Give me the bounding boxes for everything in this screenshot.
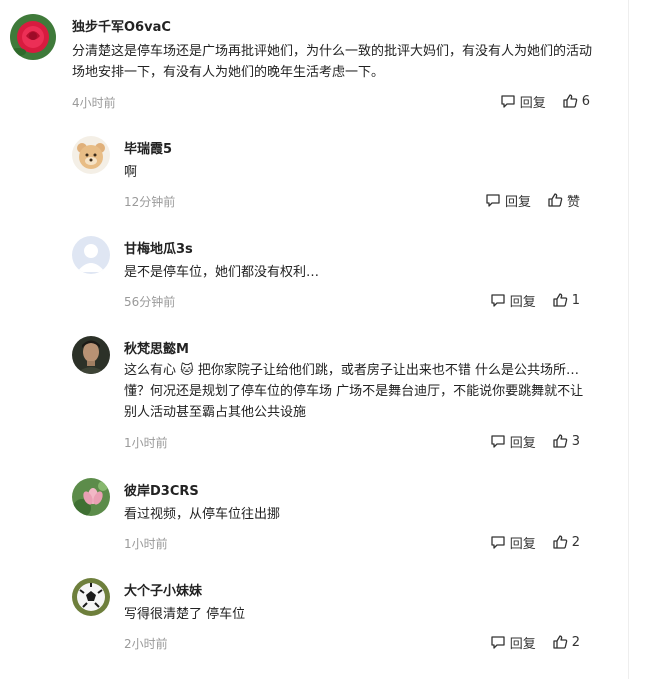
lotus-avatar-icon xyxy=(72,478,110,516)
reply-icon xyxy=(501,95,515,108)
reply-button[interactable]: 回复 xyxy=(490,533,536,552)
comment-item: 独步千军O6vaC 分清楚这是停车场还是广场再批评她们，为什么一致的批评大妈们，… xyxy=(10,14,593,114)
comment-text: 分清楚这是停车场还是广场再批评她们，为什么一致的批评大妈们，有没有人为她们的活动… xyxy=(72,44,593,80)
reply-item: 秋梵思懿M 这么有心 🐱 把你家院子让给他们跳，或者房子让出来也不错 什么是公共… xyxy=(72,336,583,456)
reply-button[interactable]: 回复 xyxy=(485,191,531,210)
rose-avatar-icon xyxy=(10,14,56,60)
bear-avatar-icon xyxy=(72,136,110,174)
reply-icon xyxy=(491,636,505,649)
comment-time: 12分钟前 xyxy=(124,195,176,209)
username[interactable]: 独步千军O6vaC xyxy=(72,16,171,35)
like-button[interactable]: 1 xyxy=(552,292,580,308)
avatar[interactable] xyxy=(72,136,110,174)
comment-time: 56分钟前 xyxy=(124,295,176,309)
soccer-ball-avatar-icon xyxy=(72,578,110,616)
username[interactable]: 甘梅地瓜3s xyxy=(124,238,193,257)
like-button[interactable]: 3 xyxy=(552,433,580,449)
comment-actions: 回复 1 xyxy=(490,291,580,310)
comment-text: 啊 xyxy=(124,165,138,180)
reply-item: 甘梅地瓜3s 是不是停车位，她们都没有权利… 56分钟前 回复 1 xyxy=(72,236,580,316)
comment-actions: 回复 6 xyxy=(500,92,590,111)
reply-icon xyxy=(491,536,505,549)
comment-actions: 回复 3 xyxy=(490,432,580,451)
thumbs-up-icon xyxy=(553,535,568,549)
username[interactable]: 大个子小妹妹 xyxy=(124,580,202,599)
comment-time: 2小时前 xyxy=(124,637,168,651)
comment-text: 这么有心 🐱 把你家院子让给他们跳，或者房子让出来也不错 什么是公共场所…懂？何… xyxy=(124,363,584,420)
thumbs-up-icon xyxy=(548,193,563,207)
reply-button[interactable]: 回复 xyxy=(490,291,536,310)
reply-icon xyxy=(486,194,500,207)
thumbs-up-icon xyxy=(553,635,568,649)
like-button[interactable]: 2 xyxy=(552,534,580,550)
reply-button[interactable]: 回复 xyxy=(500,92,546,111)
comment-time: 1小时前 xyxy=(124,436,168,450)
like-button[interactable]: 6 xyxy=(562,93,590,109)
comment-text: 是不是停车位，她们都没有权利… xyxy=(124,265,320,280)
like-button[interactable]: 赞 xyxy=(547,191,580,210)
comment-time: 4小时前 xyxy=(72,96,116,110)
comment-time: 1小时前 xyxy=(124,537,168,551)
comment-text: 看过视频，从停车位往出挪 xyxy=(124,507,281,522)
reply-icon xyxy=(491,435,505,448)
avatar[interactable] xyxy=(72,236,110,274)
thumbs-up-icon xyxy=(553,293,568,307)
avatar[interactable] xyxy=(72,336,110,374)
username[interactable]: 彼岸D3CRS xyxy=(124,480,199,499)
comment-actions: 回复 赞 xyxy=(485,191,580,210)
reply-item: 毕瑞霞5 啊 12分钟前 回复 赞 xyxy=(72,136,580,216)
comment-text: 写得很清楚了 停车位 xyxy=(124,607,246,622)
username[interactable]: 毕瑞霞5 xyxy=(124,138,172,157)
username[interactable]: 秋梵思懿M xyxy=(124,338,189,357)
reply-icon xyxy=(491,294,505,307)
man-avatar-icon xyxy=(72,336,110,374)
thumbs-up-icon xyxy=(553,434,568,448)
reply-item: 大个子小妹妹 写得很清楚了 停车位 2小时前 回复 2 xyxy=(72,578,580,658)
avatar[interactable] xyxy=(10,14,56,60)
avatar[interactable] xyxy=(72,578,110,616)
reply-item: 彼岸D3CRS 看过视频，从停车位往出挪 1小时前 回复 2 xyxy=(72,478,580,558)
comment-actions: 回复 2 xyxy=(490,633,580,652)
reply-button[interactable]: 回复 xyxy=(490,432,536,451)
default-avatar-icon xyxy=(72,236,110,274)
thumbs-up-icon xyxy=(563,94,578,108)
avatar[interactable] xyxy=(72,478,110,516)
like-button[interactable]: 2 xyxy=(552,634,580,650)
reply-button[interactable]: 回复 xyxy=(490,633,536,652)
scrollbar-track[interactable] xyxy=(628,0,629,679)
comment-actions: 回复 2 xyxy=(490,533,580,552)
